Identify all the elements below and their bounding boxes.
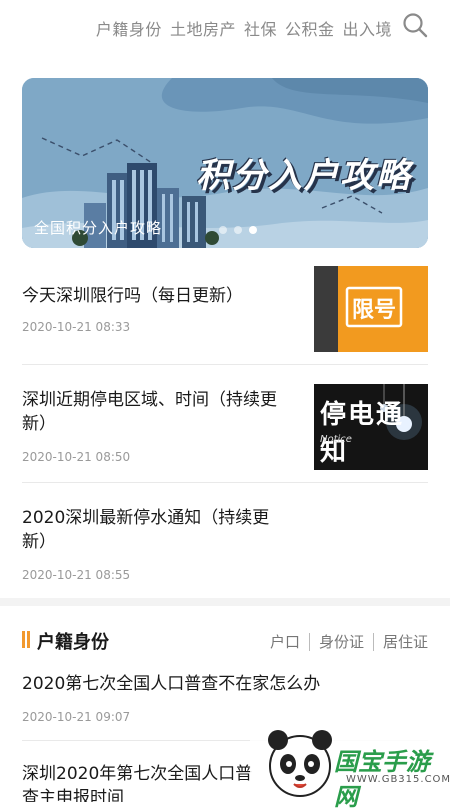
banner-title: 积分入户攻略 [196,156,412,196]
carousel-dot[interactable] [234,226,242,234]
carousel-dot[interactable] [219,226,227,234]
thumb-label: 限号 [351,298,396,323]
watermark-url: WWW.GB315.COM [346,774,450,785]
news-thumbnail[interactable]: 停电通知 Notice [314,384,428,470]
news-headline[interactable]: 深圳近期停电区域、时间（持续更新） [22,388,292,436]
tab-social-security[interactable]: 社保 [244,16,277,40]
section-accent-bar [22,631,25,648]
link-residence-permit[interactable]: 居住证 [383,631,428,652]
link-separator [372,632,374,651]
section-separator [0,598,450,606]
banner-caption: 全国积分入户攻略 [34,219,163,237]
search-icon[interactable] [402,12,428,38]
list-item[interactable]: 2020第七次全国人口普查不在家怎么办 2020-10-21 09:07 [22,672,428,728]
list-item[interactable]: 今天深圳限行吗（每日更新） 2020-10-21 08:33 限号 [22,266,428,354]
top-nav: 户籍身份 土地房产 社保 公积金 出入境 [0,0,450,56]
news-time: 2020-10-21 08:33 [22,320,131,334]
link-separator [308,632,310,651]
divider [22,482,428,483]
news-time: 2020-10-21 08:50 [22,450,131,464]
list-item[interactable]: 2020深圳最新停水通知（持续更新） 2020-10-21 08:55 [22,506,428,586]
news-thumbnail[interactable]: 限号 [314,266,428,352]
divider [22,364,428,365]
thumb-sublabel: Notice [320,434,352,445]
section-accent-bar [27,631,30,648]
news-headline[interactable]: 2020深圳最新停水通知（持续更新） [22,506,282,554]
news-headline[interactable]: 今天深圳限行吗（每日更新） [22,284,292,308]
section-header: 户籍身份 户口 身份证 居住证 [22,628,428,653]
news-headline[interactable]: 2020第七次全国人口普查不在家怎么办 [22,672,428,696]
category-tabs: 户籍身份 土地房产 社保 公积金 出入境 [96,16,392,40]
tab-exit-entry[interactable]: 出入境 [342,16,392,40]
banner-carousel[interactable]: 积分入户攻略 全国积分入户攻略 [22,78,428,248]
section-links: 户口 身份证 居住证 [270,631,428,652]
site-watermark: 国宝手游网 WWW.GB315.COM [250,724,450,811]
list-item[interactable]: 深圳近期停电区域、时间（持续更新） 2020-10-21 08:50 停电通知 … [22,384,428,484]
tab-land-property[interactable]: 土地房产 [170,16,236,40]
tab-housing-fund[interactable]: 公积金 [285,16,335,40]
link-id-card[interactable]: 身份证 [319,631,364,652]
news-time: 2020-10-21 09:07 [22,710,131,724]
carousel-dot-active[interactable] [249,226,257,234]
news-headline[interactable]: 深圳2020年第七次全国人口普查主申报时间 [22,762,262,802]
link-hukou[interactable]: 户口 [270,631,300,652]
news-time: 2020-10-21 08:55 [22,568,131,582]
section-title: 户籍身份 [37,632,109,653]
carousel-indicators [219,226,257,234]
thumb-label: 停电通知 [320,400,405,467]
tab-huji[interactable]: 户籍身份 [96,16,162,40]
